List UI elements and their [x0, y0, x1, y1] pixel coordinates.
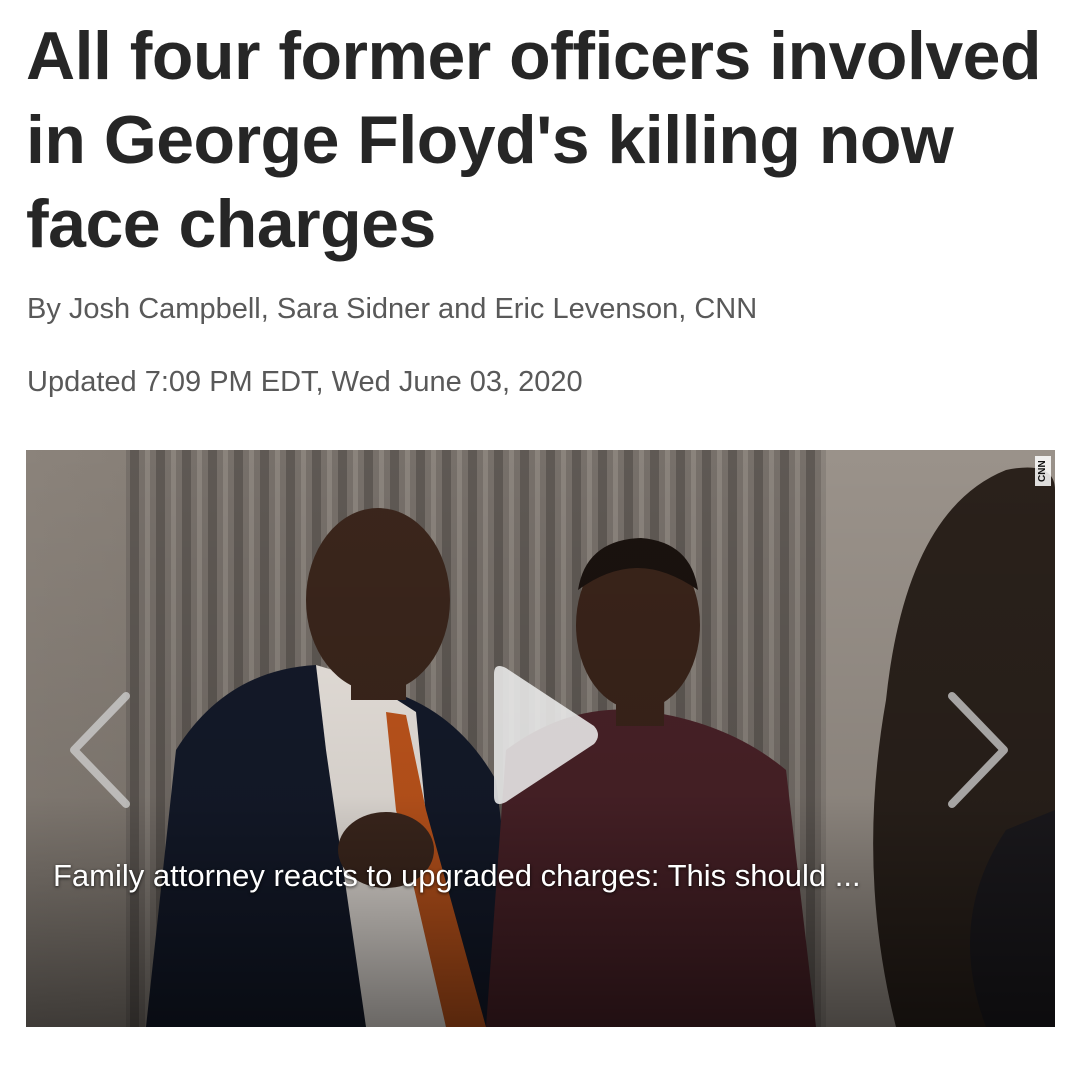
article-byline: By Josh Campbell, Sara Sidner and Eric L… — [27, 293, 758, 325]
article-headline: All four former officers involved in Geo… — [26, 18, 1042, 262]
video-caption[interactable]: Family attorney reacts to upgraded charg… — [53, 858, 861, 894]
article-timestamp: Updated 7:09 PM EDT, Wed June 03, 2020 — [27, 366, 583, 398]
play-video-button[interactable] — [484, 662, 602, 808]
next-video-button[interactable] — [944, 690, 1014, 810]
cnn-watermark-logo: CNN — [1035, 456, 1051, 486]
previous-video-button[interactable] — [64, 690, 134, 810]
play-icon — [494, 666, 598, 804]
chevron-left-icon — [70, 692, 130, 808]
video-player[interactable]: CNN Family attorney reacts to upgraded c… — [26, 450, 1055, 1027]
chevron-right-icon — [948, 692, 1008, 808]
